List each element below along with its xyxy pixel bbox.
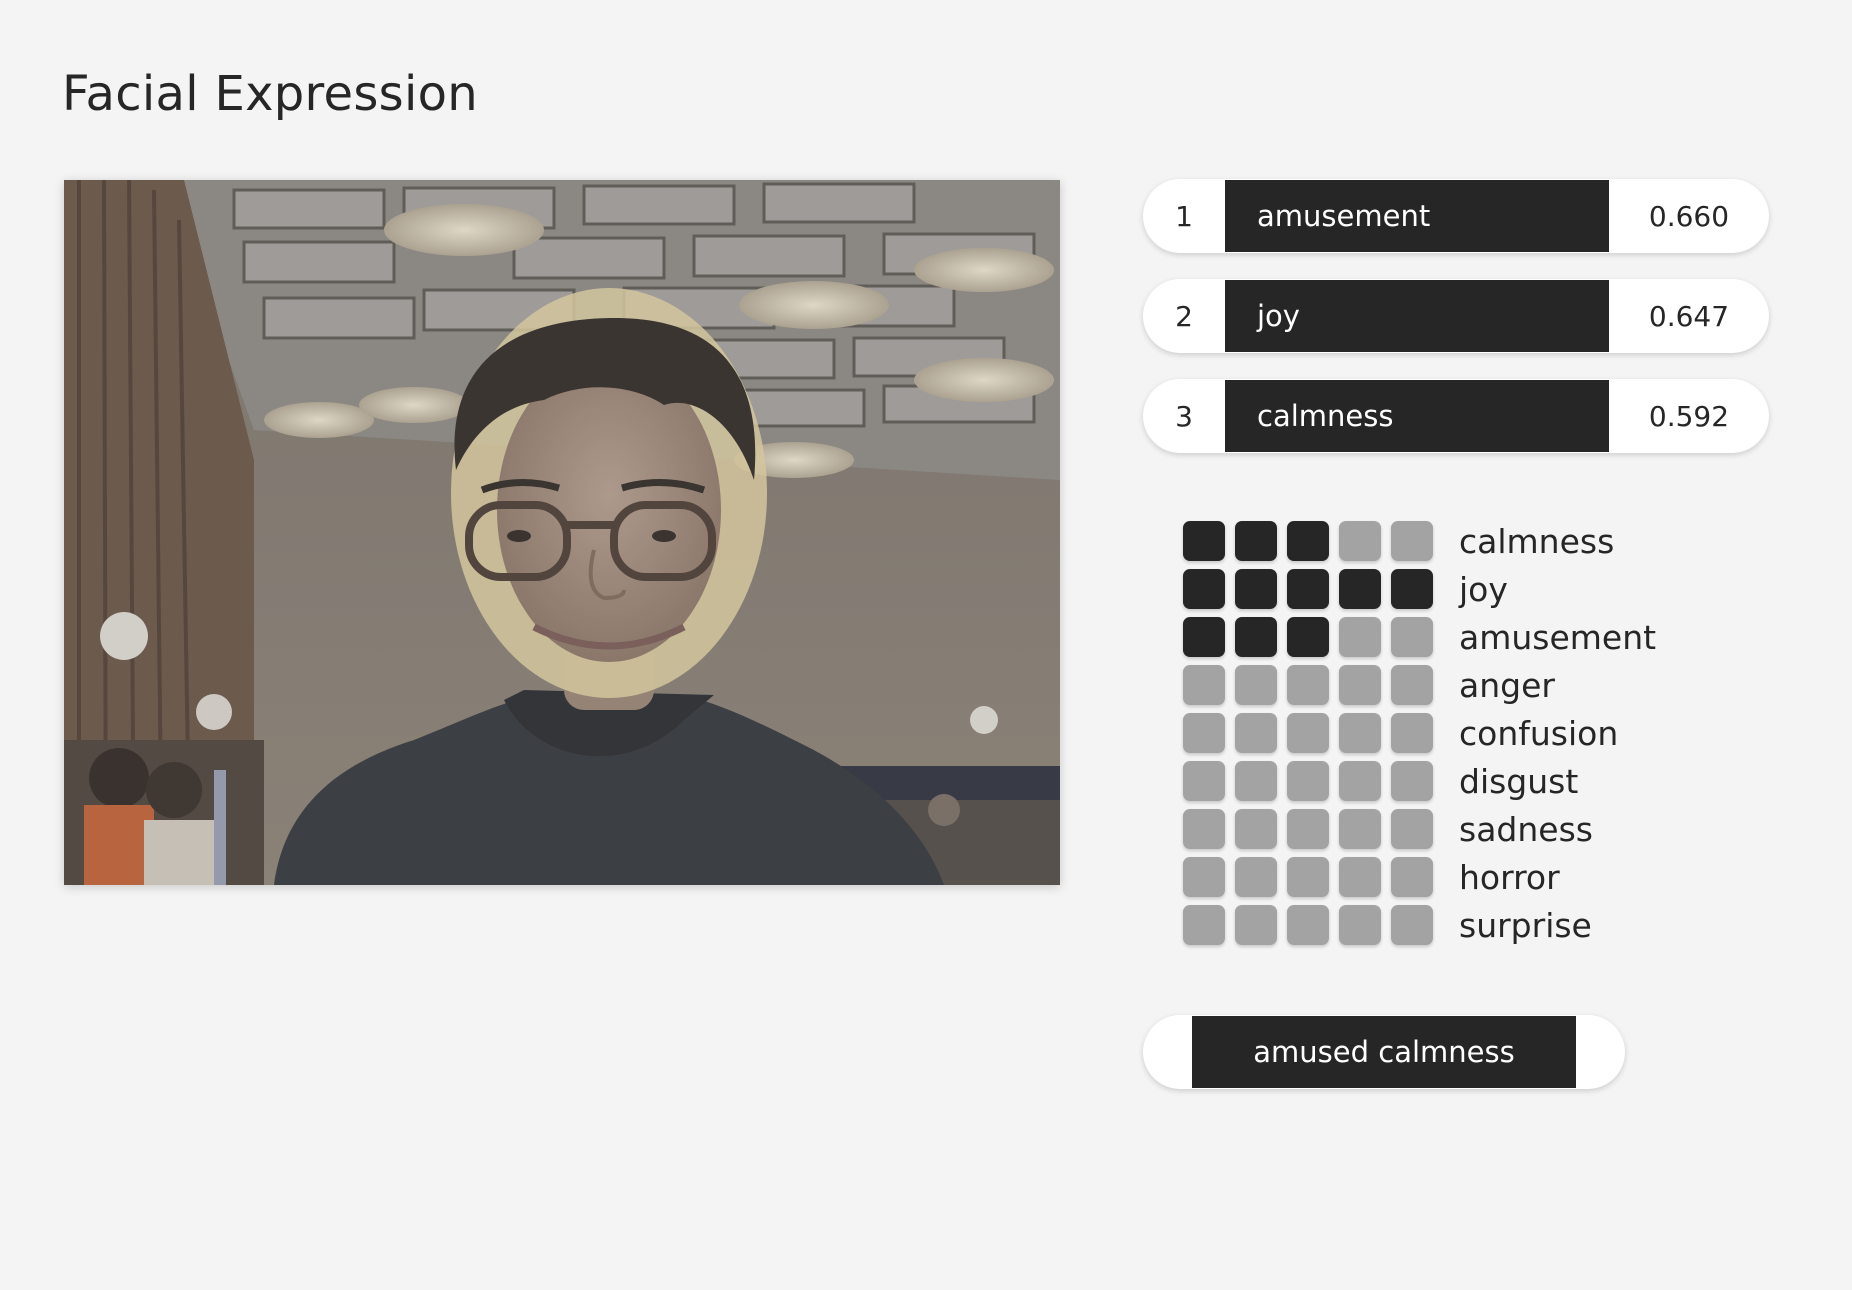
level-cell-filled [1287,521,1329,561]
level-cells [1183,521,1443,561]
emotion-level-grid: calmness joy amusement anger confusion d… [1183,521,1656,953]
top-expressions-list: 1 amusement 0.660 2 joy 0.647 3 calmness… [1143,179,1769,479]
level-cell-empty [1235,809,1277,849]
level-cell-empty [1183,713,1225,753]
emotion-row: calmness [1183,521,1656,561]
level-cell-empty [1235,905,1277,945]
expression-summary-pill: amused calmness [1143,1015,1625,1089]
level-cell-filled [1287,569,1329,609]
level-cells [1183,905,1443,945]
level-cell-empty [1183,809,1225,849]
level-cell-empty [1287,713,1329,753]
level-cells [1183,809,1443,849]
level-cell-filled [1235,617,1277,657]
level-cell-empty [1183,761,1225,801]
level-cells [1183,857,1443,897]
emotion-label: calmness [1459,521,1615,561]
webcam-feed [64,180,1060,885]
emotion-row: amusement [1183,617,1656,657]
level-cell-empty [1391,761,1433,801]
level-cell-empty [1391,665,1433,705]
top-expression-3: 3 calmness 0.592 [1143,379,1769,453]
level-cell-empty [1339,857,1381,897]
emotion-row: horror [1183,857,1656,897]
level-cell-empty [1287,809,1329,849]
rank-score: 0.660 [1648,199,1730,233]
emotion-label: horror [1459,857,1560,897]
level-cell-empty [1287,761,1329,801]
level-cell-empty [1183,665,1225,705]
expression-summary-label: amused calmness [1192,1016,1576,1088]
level-cell-empty [1235,857,1277,897]
level-cell-filled [1183,569,1225,609]
level-cell-empty [1391,713,1433,753]
emotion-row: joy [1183,569,1656,609]
level-cell-empty [1183,857,1225,897]
level-cell-empty [1391,809,1433,849]
emotion-label: amusement [1459,617,1657,657]
level-cell-empty [1339,617,1381,657]
rank-number: 3 [1175,399,1193,433]
emotion-label: surprise [1459,905,1592,945]
rank-score: 0.647 [1648,299,1730,333]
emotion-row: sadness [1183,809,1656,849]
level-cell-empty [1235,713,1277,753]
level-cell-empty [1339,713,1381,753]
level-cell-empty [1391,905,1433,945]
level-cell-empty [1287,857,1329,897]
emotion-label: sadness [1459,809,1593,849]
facial-expression-page: Facial Expression 1 amusement 0.660 2 jo… [0,0,1852,1290]
rank-number: 1 [1175,199,1193,233]
level-cells [1183,761,1443,801]
level-cell-filled [1235,569,1277,609]
rank-score: 0.592 [1648,399,1730,433]
level-cell-filled [1391,569,1433,609]
webcam-image [64,180,1060,885]
level-cell-empty [1339,521,1381,561]
level-cells [1183,617,1443,657]
emotion-row: surprise [1183,905,1656,945]
level-cell-empty [1287,665,1329,705]
top-expression-1: 1 amusement 0.660 [1143,179,1769,253]
level-cell-empty [1339,761,1381,801]
level-cells [1183,569,1443,609]
level-cell-filled [1183,521,1225,561]
level-cell-filled [1235,521,1277,561]
rank-label: joy [1225,280,1609,352]
level-cell-empty [1235,761,1277,801]
level-cell-empty [1287,905,1329,945]
rank-number: 2 [1175,299,1193,333]
rank-label: amusement [1225,180,1609,252]
level-cell-empty [1391,857,1433,897]
emotion-row: anger [1183,665,1656,705]
emotion-row: confusion [1183,713,1656,753]
level-cell-empty [1391,617,1433,657]
level-cell-empty [1183,905,1225,945]
level-cell-empty [1391,521,1433,561]
top-expression-2: 2 joy 0.647 [1143,279,1769,353]
emotion-label: joy [1459,569,1508,609]
level-cell-empty [1339,809,1381,849]
level-cell-filled [1287,617,1329,657]
level-cell-empty [1339,905,1381,945]
emotion-label: disgust [1459,761,1579,801]
emotion-label: confusion [1459,713,1619,753]
page-title: Facial Expression [62,66,479,122]
emotion-label: anger [1459,665,1555,705]
level-cells [1183,665,1443,705]
level-cell-filled [1183,617,1225,657]
level-cell-empty [1235,665,1277,705]
level-cell-filled [1339,569,1381,609]
emotion-row: disgust [1183,761,1656,801]
level-cells [1183,713,1443,753]
rank-label: calmness [1225,380,1609,452]
level-cell-empty [1339,665,1381,705]
